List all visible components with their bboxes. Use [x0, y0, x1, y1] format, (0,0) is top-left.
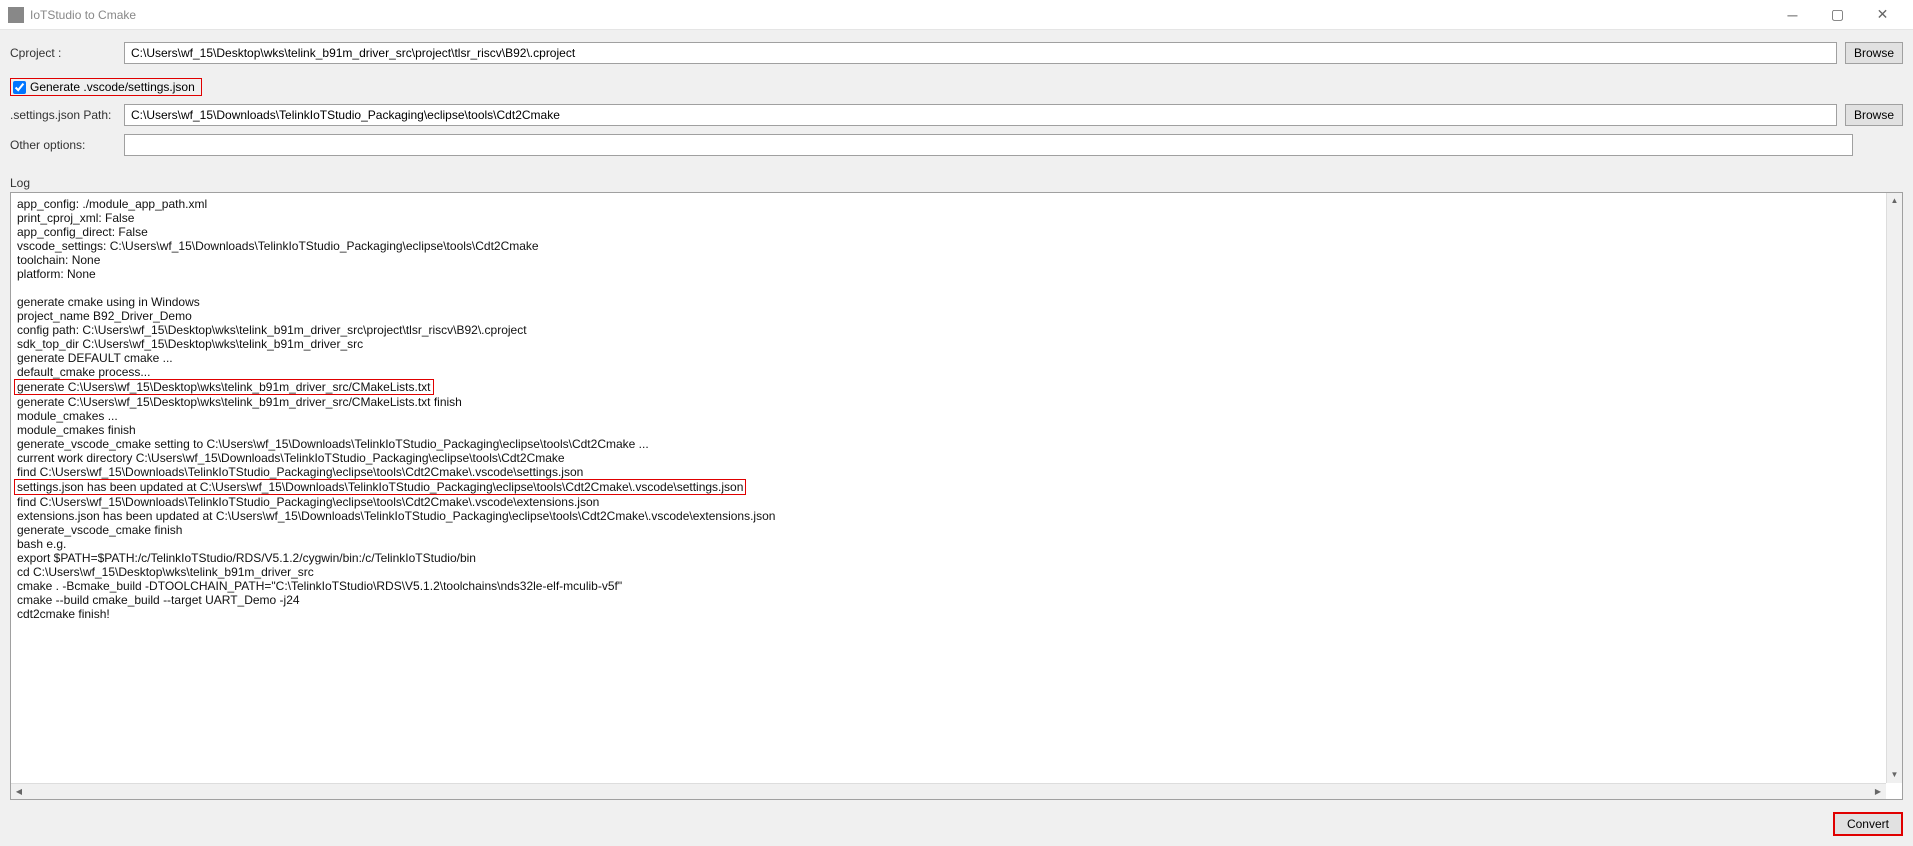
log-line [17, 281, 1878, 295]
log-line: cmake . -Bcmake_build -DTOOLCHAIN_PATH="… [17, 579, 1878, 593]
log-line: generate C:\Users\wf_15\Desktop\wks\teli… [17, 379, 1878, 395]
log-label: Log [10, 176, 1903, 190]
scroll-right-icon[interactable]: ▶ [1870, 784, 1886, 800]
log-line: app_config: ./module_app_path.xml [17, 197, 1878, 211]
log-line: generate DEFAULT cmake ... [17, 351, 1878, 365]
settings-path-input[interactable] [124, 104, 1837, 126]
cproject-row: Cproject : Browse [10, 42, 1903, 64]
cproject-label: Cproject : [10, 46, 120, 60]
log-line: bash e.g. [17, 537, 1878, 551]
log-line: project_name B92_Driver_Demo [17, 309, 1878, 323]
log-line: generate_vscode_cmake setting to C:\User… [17, 437, 1878, 451]
log-line: generate_vscode_cmake finish [17, 523, 1878, 537]
maximize-button[interactable]: ▢ [1815, 0, 1860, 30]
titlebar-left: IoTStudio to Cmake [8, 7, 136, 23]
settings-path-row: .settings.json Path: Browse [10, 104, 1903, 126]
minimize-button[interactable]: ─ [1770, 0, 1815, 30]
log-section: Log app_config: ./module_app_path.xmlpri… [10, 176, 1903, 800]
generate-settings-row: Generate .vscode/settings.json [10, 78, 1903, 96]
scroll-left-icon[interactable]: ◀ [11, 784, 27, 800]
button-row: Convert [10, 800, 1903, 836]
log-line: module_cmakes finish [17, 423, 1878, 437]
settings-browse-button[interactable]: Browse [1845, 104, 1903, 126]
other-options-label: Other options: [10, 138, 120, 152]
log-line: current work directory C:\Users\wf_15\Do… [17, 451, 1878, 465]
titlebar: IoTStudio to Cmake ─ ▢ ✕ [0, 0, 1913, 30]
cproject-browse-button[interactable]: Browse [1845, 42, 1903, 64]
scroll-up-icon[interactable]: ▲ [1887, 193, 1902, 209]
log-line-highlighted: settings.json has been updated at C:\Use… [14, 479, 746, 495]
log-line: sdk_top_dir C:\Users\wf_15\Desktop\wks\t… [17, 337, 1878, 351]
other-options-input[interactable] [124, 134, 1853, 156]
window-title: IoTStudio to Cmake [30, 8, 136, 22]
log-line: print_cproj_xml: False [17, 211, 1878, 225]
log-line: toolchain: None [17, 253, 1878, 267]
generate-settings-highlight: Generate .vscode/settings.json [10, 78, 202, 96]
scrollbar-horizontal[interactable]: ◀ ▶ [11, 783, 1886, 799]
log-line: settings.json has been updated at C:\Use… [17, 479, 1878, 495]
cproject-input[interactable] [124, 42, 1837, 64]
log-line: cmake --build cmake_build --target UART_… [17, 593, 1878, 607]
scrollbar-vertical[interactable]: ▲ ▼ [1886, 193, 1902, 783]
log-line: export $PATH=$PATH:/c/TelinkIoTStudio/RD… [17, 551, 1878, 565]
generate-settings-label: Generate .vscode/settings.json [30, 80, 195, 94]
log-line: config path: C:\Users\wf_15\Desktop\wks\… [17, 323, 1878, 337]
log-content: app_config: ./module_app_path.xmlprint_c… [17, 197, 1896, 639]
log-line: find C:\Users\wf_15\Downloads\TelinkIoTS… [17, 465, 1878, 479]
window-controls: ─ ▢ ✕ [1770, 0, 1905, 30]
other-options-row: Other options: [10, 134, 1903, 156]
log-box[interactable]: app_config: ./module_app_path.xmlprint_c… [10, 192, 1903, 800]
log-line: cdt2cmake finish! [17, 607, 1878, 621]
close-button[interactable]: ✕ [1860, 0, 1905, 30]
generate-settings-checkbox[interactable] [13, 81, 26, 94]
log-line: find C:\Users\wf_15\Downloads\TelinkIoTS… [17, 495, 1878, 509]
convert-button[interactable]: Convert [1833, 812, 1903, 836]
app-icon [8, 7, 24, 23]
log-line: generate C:\Users\wf_15\Desktop\wks\teli… [17, 395, 1878, 409]
log-line: generate cmake using in Windows [17, 295, 1878, 309]
settings-path-label: .settings.json Path: [10, 108, 120, 122]
log-line: cd C:\Users\wf_15\Desktop\wks\telink_b91… [17, 565, 1878, 579]
log-line: app_config_direct: False [17, 225, 1878, 239]
log-line: extensions.json has been updated at C:\U… [17, 509, 1878, 523]
log-line-highlighted: generate C:\Users\wf_15\Desktop\wks\teli… [14, 379, 434, 395]
main-content: Cproject : Browse Generate .vscode/setti… [0, 30, 1913, 846]
scroll-down-icon[interactable]: ▼ [1887, 767, 1902, 783]
log-line: platform: None [17, 267, 1878, 281]
log-line: default_cmake process... [17, 365, 1878, 379]
log-line: vscode_settings: C:\Users\wf_15\Download… [17, 239, 1878, 253]
log-line: module_cmakes ... [17, 409, 1878, 423]
